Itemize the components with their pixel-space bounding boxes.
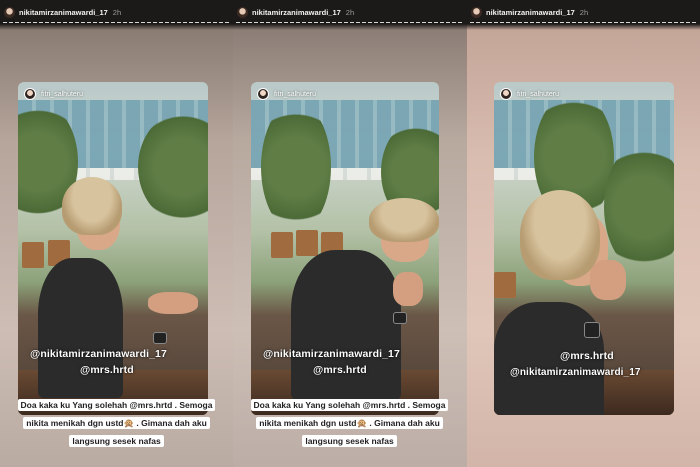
reshared-username[interactable]: fitri_salhuteru	[274, 91, 316, 98]
reshared-story-card[interactable]: fitri_salhuteru @nikitamirzanimawardi_17…	[18, 82, 208, 415]
reshared-story-header: fitri_salhuteru	[24, 88, 83, 100]
reshared-username[interactable]: fitri_salhuteru	[517, 91, 559, 98]
avatar[interactable]	[257, 88, 269, 100]
avatar[interactable]	[500, 88, 512, 100]
avatar[interactable]	[24, 88, 36, 100]
reshared-username[interactable]: fitri_salhuteru	[41, 91, 83, 98]
story-time: 2h	[112, 7, 122, 17]
story-progress-bar	[3, 22, 230, 23]
reshared-story-card[interactable]: fitri_salhuteru @mrs.hrtd @nikitamirzani…	[494, 82, 674, 415]
caption-line: nikita menikah dgn ustd🙊 . Gimana dah ak…	[256, 417, 443, 429]
reshared-story-card[interactable]: fitri_salhuteru @nikitamirzanimawardi_17…	[251, 82, 439, 415]
caption-line: Doa kaka ku Yang solehah @mrs.hrtd . Sem…	[17, 399, 216, 411]
story-panel-1[interactable]: nikitamirzanimawardi_17 2h fitri_salhute…	[0, 0, 233, 467]
story-topbar: nikitamirzanimawardi_17 2h	[467, 0, 700, 24]
story-photo	[494, 82, 674, 415]
reshared-story-header: fitri_salhuteru	[257, 88, 316, 100]
mention-sticker[interactable]: @nikitamirzanimawardi_17	[510, 367, 641, 378]
story-caption: Doa kaka ku Yang solehah @mrs.hrtd . Sem…	[233, 395, 466, 449]
story-caption: Doa kaka ku Yang solehah @mrs.hrtd . Sem…	[0, 395, 233, 449]
mention-sticker[interactable]: @mrs.hrtd	[560, 350, 614, 362]
avatar[interactable]	[4, 6, 15, 18]
mention-sticker[interactable]: @mrs.hrtd	[313, 364, 367, 376]
caption-line: langsung sesek nafas	[302, 435, 397, 447]
story-username[interactable]: nikitamirzanimawardi_17	[19, 8, 108, 17]
story-username[interactable]: nikitamirzanimawardi_17	[486, 8, 575, 17]
mention-sticker[interactable]: @nikitamirzanimawardi_17	[263, 348, 400, 360]
caption-line: Doa kaka ku Yang solehah @mrs.hrtd . Sem…	[250, 399, 449, 411]
mention-sticker[interactable]: @mrs.hrtd	[80, 364, 134, 376]
avatar[interactable]	[471, 6, 482, 18]
story-panel-3[interactable]: nikitamirzanimawardi_17 2h fitri_salhute…	[467, 0, 700, 467]
story-username[interactable]: nikitamirzanimawardi_17	[252, 8, 341, 17]
mention-sticker[interactable]: @nikitamirzanimawardi_17	[30, 348, 167, 360]
story-time: 2h	[345, 7, 355, 17]
story-panel-2[interactable]: nikitamirzanimawardi_17 2h fitri_salhute…	[233, 0, 467, 467]
story-topbar: nikitamirzanimawardi_17 2h	[0, 0, 233, 24]
caption-line: nikita menikah dgn ustd🙊 . Gimana dah ak…	[23, 417, 210, 429]
reshared-story-header: fitri_salhuteru	[500, 88, 559, 100]
story-progress-bar	[470, 22, 697, 23]
story-time: 2h	[579, 7, 589, 17]
story-progress-bar	[236, 22, 464, 23]
avatar[interactable]	[237, 6, 248, 18]
caption-line: langsung sesek nafas	[69, 435, 164, 447]
story-topbar: nikitamirzanimawardi_17 2h	[233, 0, 467, 24]
